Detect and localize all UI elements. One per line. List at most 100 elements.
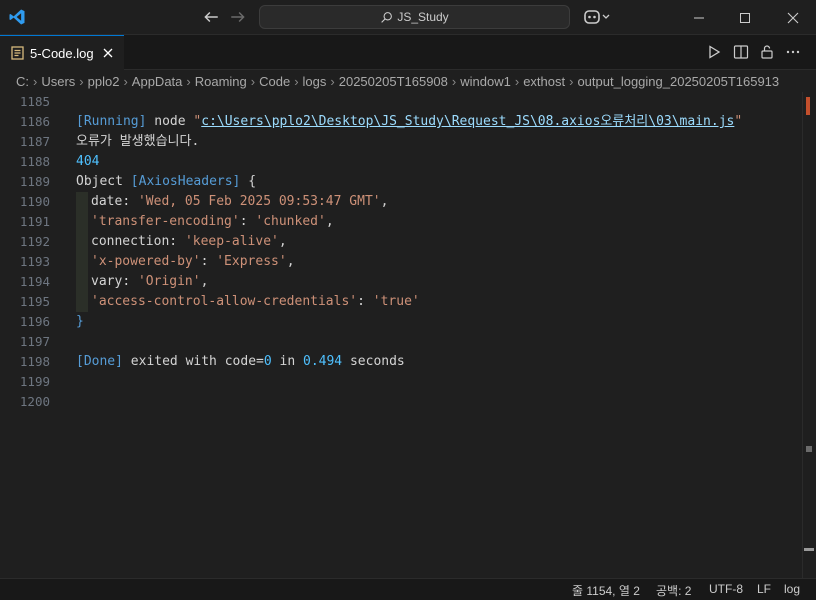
editor-line: 1193 'x-powered-by': 'Express', <box>0 252 800 272</box>
chevron-right-icon: › <box>33 73 38 89</box>
breadcrumb-item[interactable]: window1 <box>460 74 511 89</box>
breadcrumb-item[interactable]: exthost <box>523 74 565 89</box>
run-icon[interactable] <box>706 44 722 60</box>
line-number: 1192 <box>19 234 50 249</box>
running-line: [Running] node "c:\Users\pplo2\Desktop\J… <box>76 112 742 132</box>
tab-label: 5-Code.log <box>30 45 94 61</box>
editor-line: 1190 date: 'Wed, 05 Feb 2025 09:53:47 GM… <box>0 192 800 212</box>
chevron-right-icon: › <box>569 73 574 89</box>
breadcrumb-item[interactable]: Code <box>259 74 290 89</box>
elapsed-seconds: 0.494 <box>303 354 343 369</box>
chevron-right-icon: › <box>514 73 520 89</box>
indentation[interactable]: 공백: 2 <box>656 582 691 599</box>
chevron-right-icon: › <box>250 73 256 89</box>
object-open-brace: { <box>240 174 257 189</box>
header-value: 'Express' <box>216 254 287 269</box>
header-value: 'true' <box>372 294 420 309</box>
header-entry: date: 'Wed, 05 Feb 2025 09:53:47 GMT', <box>91 194 389 209</box>
forward-arrow-icon[interactable] <box>229 8 247 26</box>
breadcrumb-item[interactable]: C: <box>16 74 29 89</box>
editor-line: 1192 connection: 'keep-alive', <box>0 232 800 252</box>
chevron-right-icon: › <box>123 73 128 89</box>
done-text: exited with code= <box>122 354 264 369</box>
minimize-button[interactable] <box>676 0 722 35</box>
split-editor-icon[interactable] <box>733 44 749 60</box>
chevron-right-icon: › <box>294 73 299 89</box>
running-label: [Running] <box>76 114 147 129</box>
breadcrumb-item[interactable]: AppData <box>132 74 183 89</box>
exit-code: 0 <box>263 354 272 369</box>
close-window-button[interactable] <box>770 0 816 35</box>
vscode-logo-icon[interactable] <box>8 8 26 26</box>
title-bar: JS_Study <box>0 0 816 35</box>
done-text: in <box>271 354 303 369</box>
status-code: 404 <box>76 154 100 169</box>
chevron-right-icon: › <box>79 73 84 89</box>
indent-guide <box>76 252 88 272</box>
editor-line: 1195 'access-control-allow-credentials':… <box>0 292 800 312</box>
cursor-position[interactable]: 줄 1154, 열 2 <box>572 582 640 599</box>
line-number: 1196 <box>19 314 50 329</box>
scroll-thumb-marker <box>806 446 812 452</box>
language-mode[interactable]: log <box>784 582 800 596</box>
line-number: 1185 <box>19 94 50 109</box>
tab-bar: 5-Code.log <box>0 35 816 70</box>
editor-line: 1196 } <box>0 312 800 332</box>
object-header: Object [AxiosHeaders] { <box>76 172 256 192</box>
editor-line: 1188 404 <box>0 152 800 172</box>
scroll-marker <box>806 103 810 115</box>
more-actions-icon[interactable] <box>785 44 801 60</box>
line-number: 1198 <box>19 354 50 369</box>
line-number: 1199 <box>19 374 50 389</box>
file-path-link[interactable]: c:\Users\pplo2\Desktop\JS_Study\Request_… <box>201 114 734 129</box>
line-number: 1187 <box>19 134 50 149</box>
header-key: 'x-powered-by' <box>91 254 201 269</box>
breadcrumb-item[interactable]: 20250205T165908 <box>339 74 448 89</box>
line-number: 1186 <box>19 114 50 129</box>
line-number: 1190 <box>19 194 50 209</box>
header-entry: vary: 'Origin', <box>91 274 209 289</box>
copilot-icon[interactable] <box>583 8 613 26</box>
lock-icon[interactable] <box>759 44 775 60</box>
back-arrow-icon[interactable] <box>202 8 220 26</box>
header-entry: connection: 'keep-alive', <box>91 234 287 249</box>
tab-close-icon[interactable] <box>102 47 114 59</box>
header-entry: 'x-powered-by': 'Express', <box>91 254 295 269</box>
editor[interactable]: 1185 1186 [Running] node "c:\Users\pplo2… <box>0 92 816 578</box>
chevron-right-icon: › <box>330 73 335 89</box>
vertical-scrollbar[interactable] <box>802 92 816 578</box>
header-entry: 'transfer-encoding': 'chunked', <box>91 214 334 229</box>
header-value: 'Origin' <box>137 274 201 289</box>
breadcrumb-item[interactable]: Users <box>41 74 75 89</box>
indent-guide <box>76 232 88 252</box>
indent-guide <box>76 212 88 232</box>
tab-5-code-log[interactable]: 5-Code.log <box>0 35 124 70</box>
quote-close: " <box>734 114 743 129</box>
editor-line: 1194 vary: 'Origin', <box>0 272 800 292</box>
breadcrumb-item[interactable]: output_logging_20250205T165913 <box>577 74 779 89</box>
line-number: 1195 <box>19 294 50 309</box>
minimize-icon <box>694 17 704 18</box>
editor-line: 1198 [Done] exited with code=0 in 0.494 … <box>0 352 800 372</box>
breadcrumb-item[interactable]: Roaming <box>195 74 247 89</box>
header-value: 'keep-alive' <box>184 234 279 249</box>
chevron-right-icon: › <box>186 73 191 89</box>
line-number: 1197 <box>19 334 50 349</box>
breadcrumb-item[interactable]: logs <box>303 74 327 89</box>
command-center-search[interactable]: JS_Study <box>259 5 570 29</box>
search-text: JS_Study <box>397 10 449 24</box>
line-number: 1193 <box>19 254 50 269</box>
done-line: [Done] exited with code=0 in 0.494 secon… <box>76 352 405 372</box>
breadcrumb-item[interactable]: pplo2 <box>88 74 120 89</box>
line-number: 1189 <box>19 174 50 189</box>
header-key: date <box>91 194 123 209</box>
end-of-line[interactable]: LF <box>757 582 771 596</box>
object-class: [AxiosHeaders] <box>130 174 241 189</box>
maximize-button[interactable] <box>722 0 768 35</box>
close-brace: } <box>76 314 84 329</box>
line-number: 1200 <box>19 394 50 409</box>
editor-line: 1199 <box>0 372 800 392</box>
editor-line: 1185 <box>0 92 800 112</box>
line-number: 1191 <box>19 214 50 229</box>
encoding[interactable]: UTF-8 <box>709 582 743 596</box>
